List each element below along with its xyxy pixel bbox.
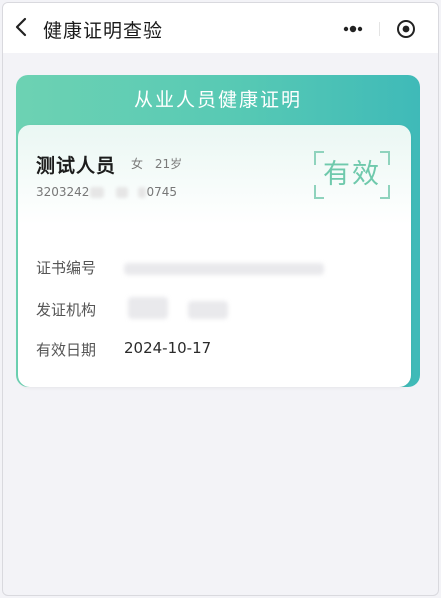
certificate-number-value xyxy=(124,263,324,275)
issuing-authority-label: 发证机构 xyxy=(36,301,97,319)
target-circle-icon xyxy=(397,20,415,38)
gender-label: 女 xyxy=(131,157,144,171)
mini-program-capsule xyxy=(327,14,431,44)
valid-date-label: 有效日期 xyxy=(36,341,97,359)
navigation-bar: 健康证明查验 xyxy=(3,3,438,53)
id-masked-part xyxy=(90,187,105,198)
valid-date-value: 2024-10-17 xyxy=(124,339,212,357)
close-button[interactable] xyxy=(389,14,425,44)
id-number: 3203242 0745 xyxy=(36,185,177,203)
id-suffix: 0745 xyxy=(146,185,177,199)
more-button[interactable] xyxy=(331,14,375,44)
person-name: 测试人员 xyxy=(36,155,117,177)
certificate-header: 从业人员健康证明 xyxy=(133,89,302,111)
id-prefix: 3203242 xyxy=(36,185,90,199)
issuing-authority-value xyxy=(128,297,168,319)
more-dots-icon xyxy=(343,25,363,33)
status-text: 有效 xyxy=(323,159,381,190)
id-masked-part xyxy=(116,187,129,198)
certificate-body: 测试人员 女 21岁 3203242 0745 有效 证书编号 发证机构 有效日期… xyxy=(18,125,411,387)
chevron-left-icon xyxy=(15,17,27,37)
back-button[interactable] xyxy=(11,14,33,40)
page-title: 健康证明查验 xyxy=(43,20,164,42)
valid-status-stamp: 有效 xyxy=(314,151,390,199)
certificate-number-label: 证书编号 xyxy=(36,259,97,277)
issuing-authority-value xyxy=(188,301,228,319)
age-label: 21岁 xyxy=(154,157,183,171)
person-meta: 女 21岁 xyxy=(131,155,190,172)
capsule-divider xyxy=(379,22,380,36)
id-masked-part xyxy=(138,187,147,198)
page-frame: 健康证明查验 从业人员健康证明 测试人员 女 21岁 3203242 0745 … xyxy=(2,2,439,596)
